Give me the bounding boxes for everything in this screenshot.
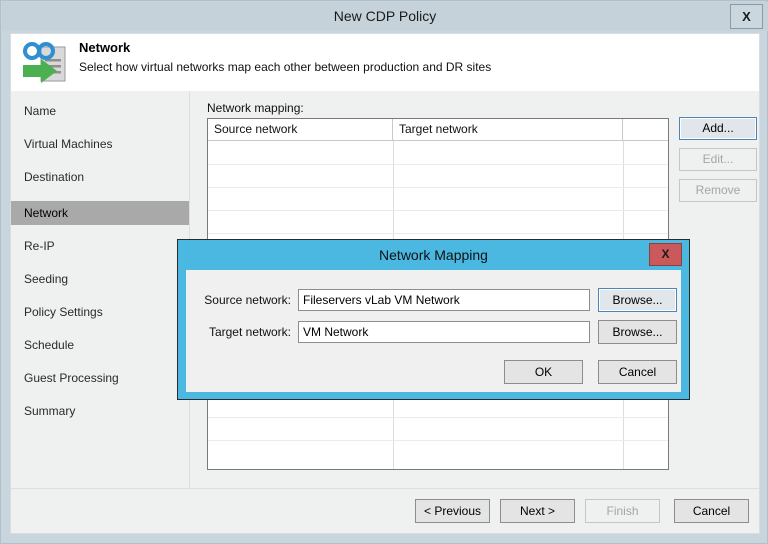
table-header-row: Source network Target network [208, 119, 668, 141]
network-mapping-label: Network mapping: [207, 101, 304, 115]
dialog-title: Network Mapping [379, 247, 488, 263]
source-network-label: Source network: [204, 293, 291, 307]
sidebar-item-seeding[interactable]: Seeding [11, 267, 189, 291]
sidebar-item-policy-settings[interactable]: Policy Settings [11, 300, 189, 324]
sidebar-item-guest-processing[interactable]: Guest Processing [11, 366, 189, 390]
source-network-input[interactable] [298, 289, 590, 311]
close-icon[interactable]: X [730, 4, 763, 29]
page-subtitle: Select how virtual networks map each oth… [79, 60, 492, 74]
previous-button[interactable]: < Previous [415, 499, 490, 523]
dialog-titlebar: Network Mapping X [178, 240, 689, 270]
cancel-button[interactable]: Cancel [674, 499, 749, 523]
wizard-header: Network Select how virtual networks map … [10, 33, 760, 91]
target-network-input[interactable] [298, 321, 590, 343]
dialog-cancel-button[interactable]: Cancel [598, 360, 677, 384]
finish-button: Finish [585, 499, 660, 523]
sidebar-item-re-ip[interactable]: Re-IP [11, 234, 189, 258]
table-row[interactable] [208, 210, 668, 211]
table-row[interactable] [208, 233, 668, 234]
page-title: Network [79, 40, 131, 55]
browse-target-button[interactable]: Browse... [598, 320, 677, 344]
window-title: New CDP Policy [333, 8, 437, 24]
browse-source-button[interactable]: Browse... [598, 288, 677, 312]
table-row[interactable] [208, 164, 668, 165]
network-policy-icon [23, 42, 66, 83]
wizard-sidebar: Name Virtual Machines Destination Networ… [11, 91, 190, 532]
dialog-content: Source network: Browse... Target network… [186, 270, 681, 392]
sidebar-item-schedule[interactable]: Schedule [11, 333, 189, 357]
dialog-close-icon[interactable]: X [649, 243, 682, 266]
sidebar-item-network[interactable]: Network [11, 201, 189, 225]
sidebar-item-summary[interactable]: Summary [11, 399, 189, 423]
new-cdp-policy-window: New CDP Policy X Network Select how virt… [0, 0, 768, 544]
sidebar-item-destination[interactable]: Destination [11, 165, 189, 189]
next-button[interactable]: Next > [500, 499, 575, 523]
column-header-target-network[interactable]: Target network [393, 119, 623, 140]
wizard-footer: < Previous Next > Finish Cancel [11, 489, 759, 532]
table-row[interactable] [208, 440, 668, 441]
table-row[interactable] [208, 417, 668, 418]
column-header-source-network[interactable]: Source network [208, 119, 393, 140]
remove-button: Remove [679, 179, 757, 202]
target-network-label: Target network: [208, 325, 291, 339]
sidebar-item-virtual-machines[interactable]: Virtual Machines [11, 132, 189, 156]
window-titlebar: New CDP Policy X [2, 2, 768, 31]
dialog-ok-button[interactable]: OK [504, 360, 583, 384]
add-button[interactable]: Add... [679, 117, 757, 140]
column-header-spacer[interactable] [623, 119, 668, 140]
table-row[interactable] [208, 187, 668, 188]
edit-button: Edit... [679, 148, 757, 171]
network-mapping-dialog: Network Mapping X Source network: Browse… [177, 239, 690, 400]
sidebar-item-name[interactable]: Name [11, 99, 189, 123]
